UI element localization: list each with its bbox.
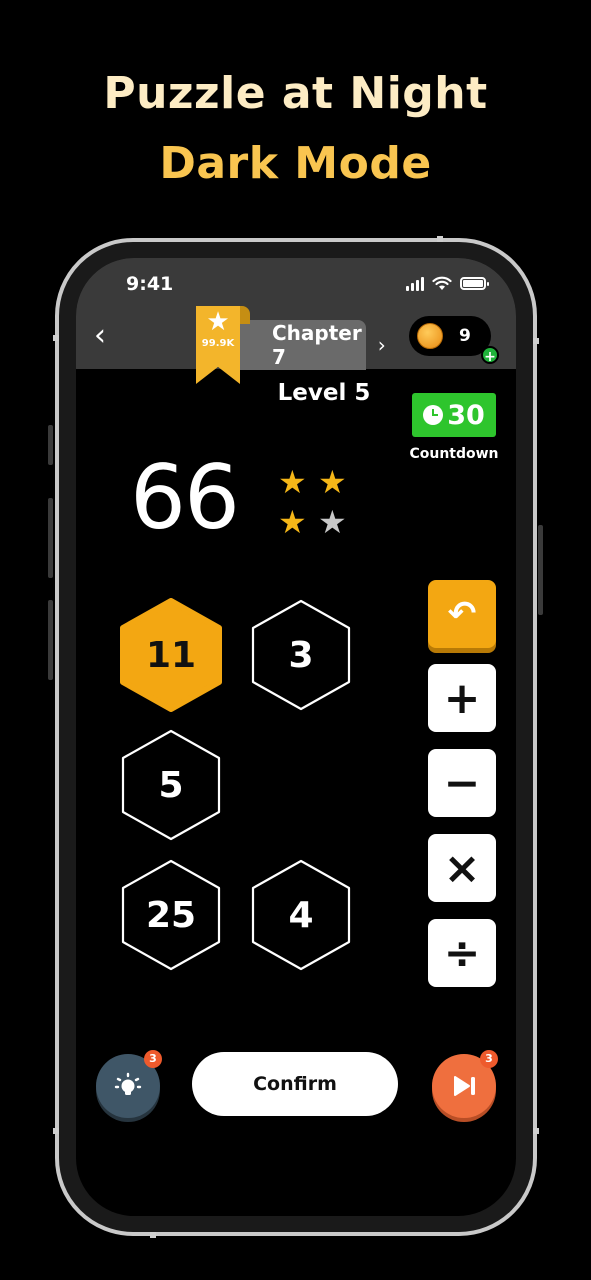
plus-icon: + xyxy=(443,672,481,724)
skip-level-button[interactable]: 3 xyxy=(432,1050,498,1118)
chapter-label: Chapter 7 xyxy=(272,321,362,369)
coin-count: 9 xyxy=(459,326,471,346)
timer-label: Countdown xyxy=(409,446,499,462)
number-tile[interactable]: 25 xyxy=(119,858,223,972)
status-icons xyxy=(406,276,489,291)
coin-icon xyxy=(417,323,443,349)
battery-icon xyxy=(460,277,489,290)
hint-button[interactable]: 3 xyxy=(96,1050,162,1118)
chevron-right-icon: › xyxy=(377,333,386,357)
tile-value: 11 xyxy=(145,634,197,676)
skip-icon xyxy=(454,1076,475,1096)
lightbulb-icon xyxy=(114,1072,142,1095)
undo-button[interactable]: ↶ xyxy=(428,580,496,648)
subtract-button[interactable]: − xyxy=(428,749,496,817)
divide-button[interactable]: ÷ xyxy=(428,919,496,987)
wifi-icon xyxy=(432,276,452,290)
star-ribbon[interactable]: ★ 99.9K xyxy=(196,306,240,384)
antenna-band xyxy=(533,338,539,344)
antenna-band xyxy=(533,1128,539,1134)
add-button[interactable]: + xyxy=(428,664,496,732)
antenna-band xyxy=(150,1232,156,1238)
multiply-icon: × xyxy=(443,842,481,894)
star-filled-icon: ★ xyxy=(318,463,347,501)
tile-value: 5 xyxy=(158,764,184,806)
back-button[interactable]: ‹ xyxy=(94,320,118,352)
add-coins-button[interactable]: + xyxy=(481,346,499,365)
antenna-band xyxy=(53,1128,59,1134)
headline-line2: Dark Mode xyxy=(159,138,432,189)
timer-value: 30 xyxy=(447,399,485,431)
star-filled-icon: ★ xyxy=(278,463,307,501)
star-icon: ★ xyxy=(206,307,230,337)
number-tile[interactable]: 3 xyxy=(249,598,353,712)
confirm-button[interactable]: Confirm xyxy=(192,1052,398,1116)
target-number: 66 xyxy=(130,446,240,549)
hint-count-badge: 3 xyxy=(144,1050,162,1068)
total-stars-count: 99.9K xyxy=(201,338,235,349)
coin-balance[interactable]: 9 + xyxy=(409,316,499,365)
volume-switch xyxy=(48,425,53,465)
headline-line1: Puzzle at Night xyxy=(103,68,488,119)
antenna-band xyxy=(437,236,443,242)
tile-value: 4 xyxy=(288,894,314,936)
star-filled-icon: ★ xyxy=(278,503,307,541)
number-tile[interactable]: 5 xyxy=(119,728,223,842)
star-rating: ★ ★ ★ ★ xyxy=(278,464,358,540)
tile-value: 3 xyxy=(288,634,314,676)
star-empty-icon: ★ xyxy=(318,503,347,541)
multiply-button[interactable]: × xyxy=(428,834,496,902)
game-screen: 9:41 ‹ Chapter 7 › 9 + ★ 99.9K Level 5 3… xyxy=(76,258,516,1216)
clock-icon xyxy=(423,405,444,425)
countdown-timer: 30 xyxy=(412,393,496,437)
minus-icon: − xyxy=(443,757,481,809)
number-tile[interactable]: 11 xyxy=(119,598,223,712)
volume-up-button xyxy=(48,498,53,578)
power-button xyxy=(538,525,543,615)
tile-value: 25 xyxy=(145,894,197,936)
chapter-selector[interactable]: Chapter 7 › xyxy=(238,320,386,370)
divide-icon: ÷ xyxy=(443,927,481,979)
undo-icon: ↶ xyxy=(447,594,477,634)
status-time: 9:41 xyxy=(126,273,174,295)
signal-icon xyxy=(406,276,424,291)
volume-down-button xyxy=(48,600,53,680)
top-bar: 9:41 ‹ Chapter 7 › 9 + xyxy=(76,258,516,370)
number-tile[interactable]: 4 xyxy=(249,858,353,972)
skip-count-badge: 3 xyxy=(480,1050,498,1068)
antenna-band xyxy=(53,335,59,341)
